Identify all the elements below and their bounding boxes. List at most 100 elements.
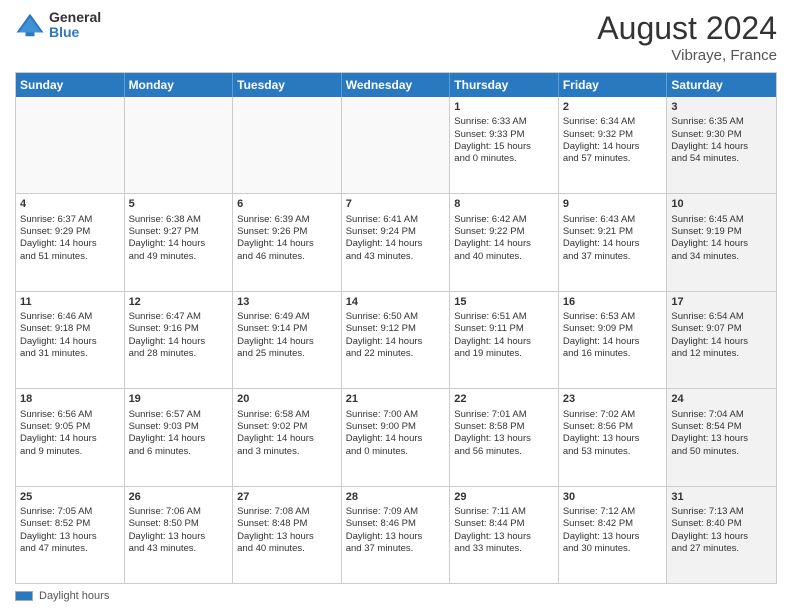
logo-text: General Blue [49, 10, 101, 41]
calendar-cell: 31 Sunrise: 7:13 AM Sunset: 8:40 PM Dayli… [667, 487, 776, 583]
day-info: Sunrise: 6:56 AM Sunset: 9:05 PM Dayligh… [20, 409, 120, 458]
day-info: Sunrise: 6:39 AM Sunset: 9:26 PM Dayligh… [237, 214, 337, 263]
day-info: Sunrise: 6:51 AM Sunset: 9:11 PM Dayligh… [454, 311, 554, 360]
day-info: Sunrise: 7:04 AM Sunset: 8:54 PM Dayligh… [671, 409, 772, 458]
day-number: 25 [20, 490, 120, 504]
logo-blue: Blue [49, 25, 101, 40]
day-info: Sunrise: 7:02 AM Sunset: 8:56 PM Dayligh… [563, 409, 663, 458]
day-info: Sunrise: 6:49 AM Sunset: 9:14 PM Dayligh… [237, 311, 337, 360]
day-info: Sunrise: 6:54 AM Sunset: 9:07 PM Dayligh… [671, 311, 772, 360]
day-info: Sunrise: 7:01 AM Sunset: 8:58 PM Dayligh… [454, 409, 554, 458]
calendar-cell: 11 Sunrise: 6:46 AM Sunset: 9:18 PM Dayli… [16, 292, 125, 388]
calendar-cell: 17 Sunrise: 6:54 AM Sunset: 9:07 PM Dayli… [667, 292, 776, 388]
day-info: Sunrise: 6:34 AM Sunset: 9:32 PM Dayligh… [563, 116, 663, 165]
day-number: 21 [346, 392, 446, 406]
day-number: 6 [237, 197, 337, 211]
calendar-row: 4Sunrise: 6:37 AM Sunset: 9:29 PM Daylig… [16, 193, 776, 290]
day-info: Sunrise: 7:05 AM Sunset: 8:52 PM Dayligh… [20, 506, 120, 555]
day-number: 19 [129, 392, 229, 406]
day-number: 28 [346, 490, 446, 504]
header-cell-tuesday: Tuesday [233, 73, 342, 97]
day-number: 1 [454, 100, 554, 114]
calendar-cell: 22Sunrise: 7:01 AM Sunset: 8:58 PM Dayli… [450, 389, 559, 485]
day-info: Sunrise: 7:09 AM Sunset: 8:46 PM Dayligh… [346, 506, 446, 555]
calendar-cell: 13 Sunrise: 6:49 AM Sunset: 9:14 PM Dayli… [233, 292, 342, 388]
day-number: 20 [237, 392, 337, 406]
header-cell-wednesday: Wednesday [342, 73, 451, 97]
day-info: Sunrise: 6:47 AM Sunset: 9:16 PM Dayligh… [129, 311, 229, 360]
day-info: Sunrise: 7:06 AM Sunset: 8:50 PM Dayligh… [129, 506, 229, 555]
day-info: Sunrise: 6:35 AM Sunset: 9:30 PM Dayligh… [671, 116, 772, 165]
calendar-cell: 28 Sunrise: 7:09 AM Sunset: 8:46 PM Dayli… [342, 487, 451, 583]
calendar-cell [233, 97, 342, 193]
day-info: Sunrise: 6:38 AM Sunset: 9:27 PM Dayligh… [129, 214, 229, 263]
day-info: Sunrise: 7:08 AM Sunset: 8:48 PM Dayligh… [237, 506, 337, 555]
day-info: Sunrise: 7:12 AM Sunset: 8:42 PM Dayligh… [563, 506, 663, 555]
calendar-header: SundayMondayTuesdayWednesdayThursdayFrid… [16, 73, 776, 97]
day-info: Sunrise: 6:57 AM Sunset: 9:03 PM Dayligh… [129, 409, 229, 458]
calendar-cell: 3 Sunrise: 6:35 AM Sunset: 9:30 PM Daylig… [667, 97, 776, 193]
day-number: 4 [20, 197, 120, 211]
calendar-cell: 9Sunrise: 6:43 AM Sunset: 9:21 PM Daylig… [559, 194, 668, 290]
day-info: Sunrise: 6:46 AM Sunset: 9:18 PM Dayligh… [20, 311, 120, 360]
day-info: Sunrise: 6:53 AM Sunset: 9:09 PM Dayligh… [563, 311, 663, 360]
day-number: 14 [346, 295, 446, 309]
calendar-cell: 1 Sunrise: 6:33 AM Sunset: 9:33 PM Daylig… [450, 97, 559, 193]
calendar-cell: 14Sunrise: 6:50 AM Sunset: 9:12 PM Dayli… [342, 292, 451, 388]
header-cell-saturday: Saturday [667, 73, 776, 97]
calendar-cell: 5 Sunrise: 6:38 AM Sunset: 9:27 PM Daylig… [125, 194, 234, 290]
day-number: 13 [237, 295, 337, 309]
day-number: 26 [129, 490, 229, 504]
calendar-row: 25 Sunrise: 7:05 AM Sunset: 8:52 PM Dayli… [16, 486, 776, 583]
day-number: 11 [20, 295, 120, 309]
location: Vibraye, France [597, 47, 777, 64]
day-info: Sunrise: 7:00 AM Sunset: 9:00 PM Dayligh… [346, 409, 446, 458]
calendar-cell [342, 97, 451, 193]
day-number: 7 [346, 197, 446, 211]
calendar-cell: 15Sunrise: 6:51 AM Sunset: 9:11 PM Dayli… [450, 292, 559, 388]
calendar-cell: 30 Sunrise: 7:12 AM Sunset: 8:42 PM Dayli… [559, 487, 668, 583]
calendar-cell: 24Sunrise: 7:04 AM Sunset: 8:54 PM Dayli… [667, 389, 776, 485]
day-number: 29 [454, 490, 554, 504]
footer: Daylight hours [15, 590, 777, 602]
calendar-row: 11 Sunrise: 6:46 AM Sunset: 9:18 PM Dayli… [16, 291, 776, 388]
day-number: 5 [129, 197, 229, 211]
calendar-cell: 10Sunrise: 6:45 AM Sunset: 9:19 PM Dayli… [667, 194, 776, 290]
day-info: Sunrise: 7:13 AM Sunset: 8:40 PM Dayligh… [671, 506, 772, 555]
calendar-cell: 27Sunrise: 7:08 AM Sunset: 8:48 PM Dayli… [233, 487, 342, 583]
day-number: 17 [671, 295, 772, 309]
day-info: Sunrise: 6:33 AM Sunset: 9:33 PM Dayligh… [454, 116, 554, 165]
calendar-row: 18 Sunrise: 6:56 AM Sunset: 9:05 PM Dayli… [16, 388, 776, 485]
day-info: Sunrise: 6:41 AM Sunset: 9:24 PM Dayligh… [346, 214, 446, 263]
day-number: 9 [563, 197, 663, 211]
header-cell-sunday: Sunday [16, 73, 125, 97]
day-number: 8 [454, 197, 554, 211]
daylight-swatch [15, 591, 33, 601]
day-info: Sunrise: 7:11 AM Sunset: 8:44 PM Dayligh… [454, 506, 554, 555]
calendar-cell: 18 Sunrise: 6:56 AM Sunset: 9:05 PM Dayli… [16, 389, 125, 485]
header-cell-monday: Monday [125, 73, 234, 97]
calendar-cell: 23 Sunrise: 7:02 AM Sunset: 8:56 PM Dayli… [559, 389, 668, 485]
footer-label: Daylight hours [39, 590, 109, 602]
calendar-cell: 16Sunrise: 6:53 AM Sunset: 9:09 PM Dayli… [559, 292, 668, 388]
day-info: Sunrise: 6:42 AM Sunset: 9:22 PM Dayligh… [454, 214, 554, 263]
day-number: 3 [671, 100, 772, 114]
calendar-row: 1 Sunrise: 6:33 AM Sunset: 9:33 PM Daylig… [16, 97, 776, 193]
day-number: 12 [129, 295, 229, 309]
day-number: 31 [671, 490, 772, 504]
day-number: 30 [563, 490, 663, 504]
day-number: 2 [563, 100, 663, 114]
logo-icon [15, 10, 45, 40]
calendar-cell: 29 Sunrise: 7:11 AM Sunset: 8:44 PM Dayli… [450, 487, 559, 583]
month-title: August 2024 [597, 10, 777, 47]
calendar-cell: 6 Sunrise: 6:39 AM Sunset: 9:26 PM Daylig… [233, 194, 342, 290]
calendar-cell: 21 Sunrise: 7:00 AM Sunset: 9:00 PM Dayli… [342, 389, 451, 485]
header-cell-thursday: Thursday [450, 73, 559, 97]
day-number: 23 [563, 392, 663, 406]
day-number: 18 [20, 392, 120, 406]
calendar-cell: 4Sunrise: 6:37 AM Sunset: 9:29 PM Daylig… [16, 194, 125, 290]
calendar-cell: 7 Sunrise: 6:41 AM Sunset: 9:24 PM Daylig… [342, 194, 451, 290]
day-info: Sunrise: 6:45 AM Sunset: 9:19 PM Dayligh… [671, 214, 772, 263]
calendar-cell: 19 Sunrise: 6:57 AM Sunset: 9:03 PM Dayli… [125, 389, 234, 485]
header-cell-friday: Friday [559, 73, 668, 97]
